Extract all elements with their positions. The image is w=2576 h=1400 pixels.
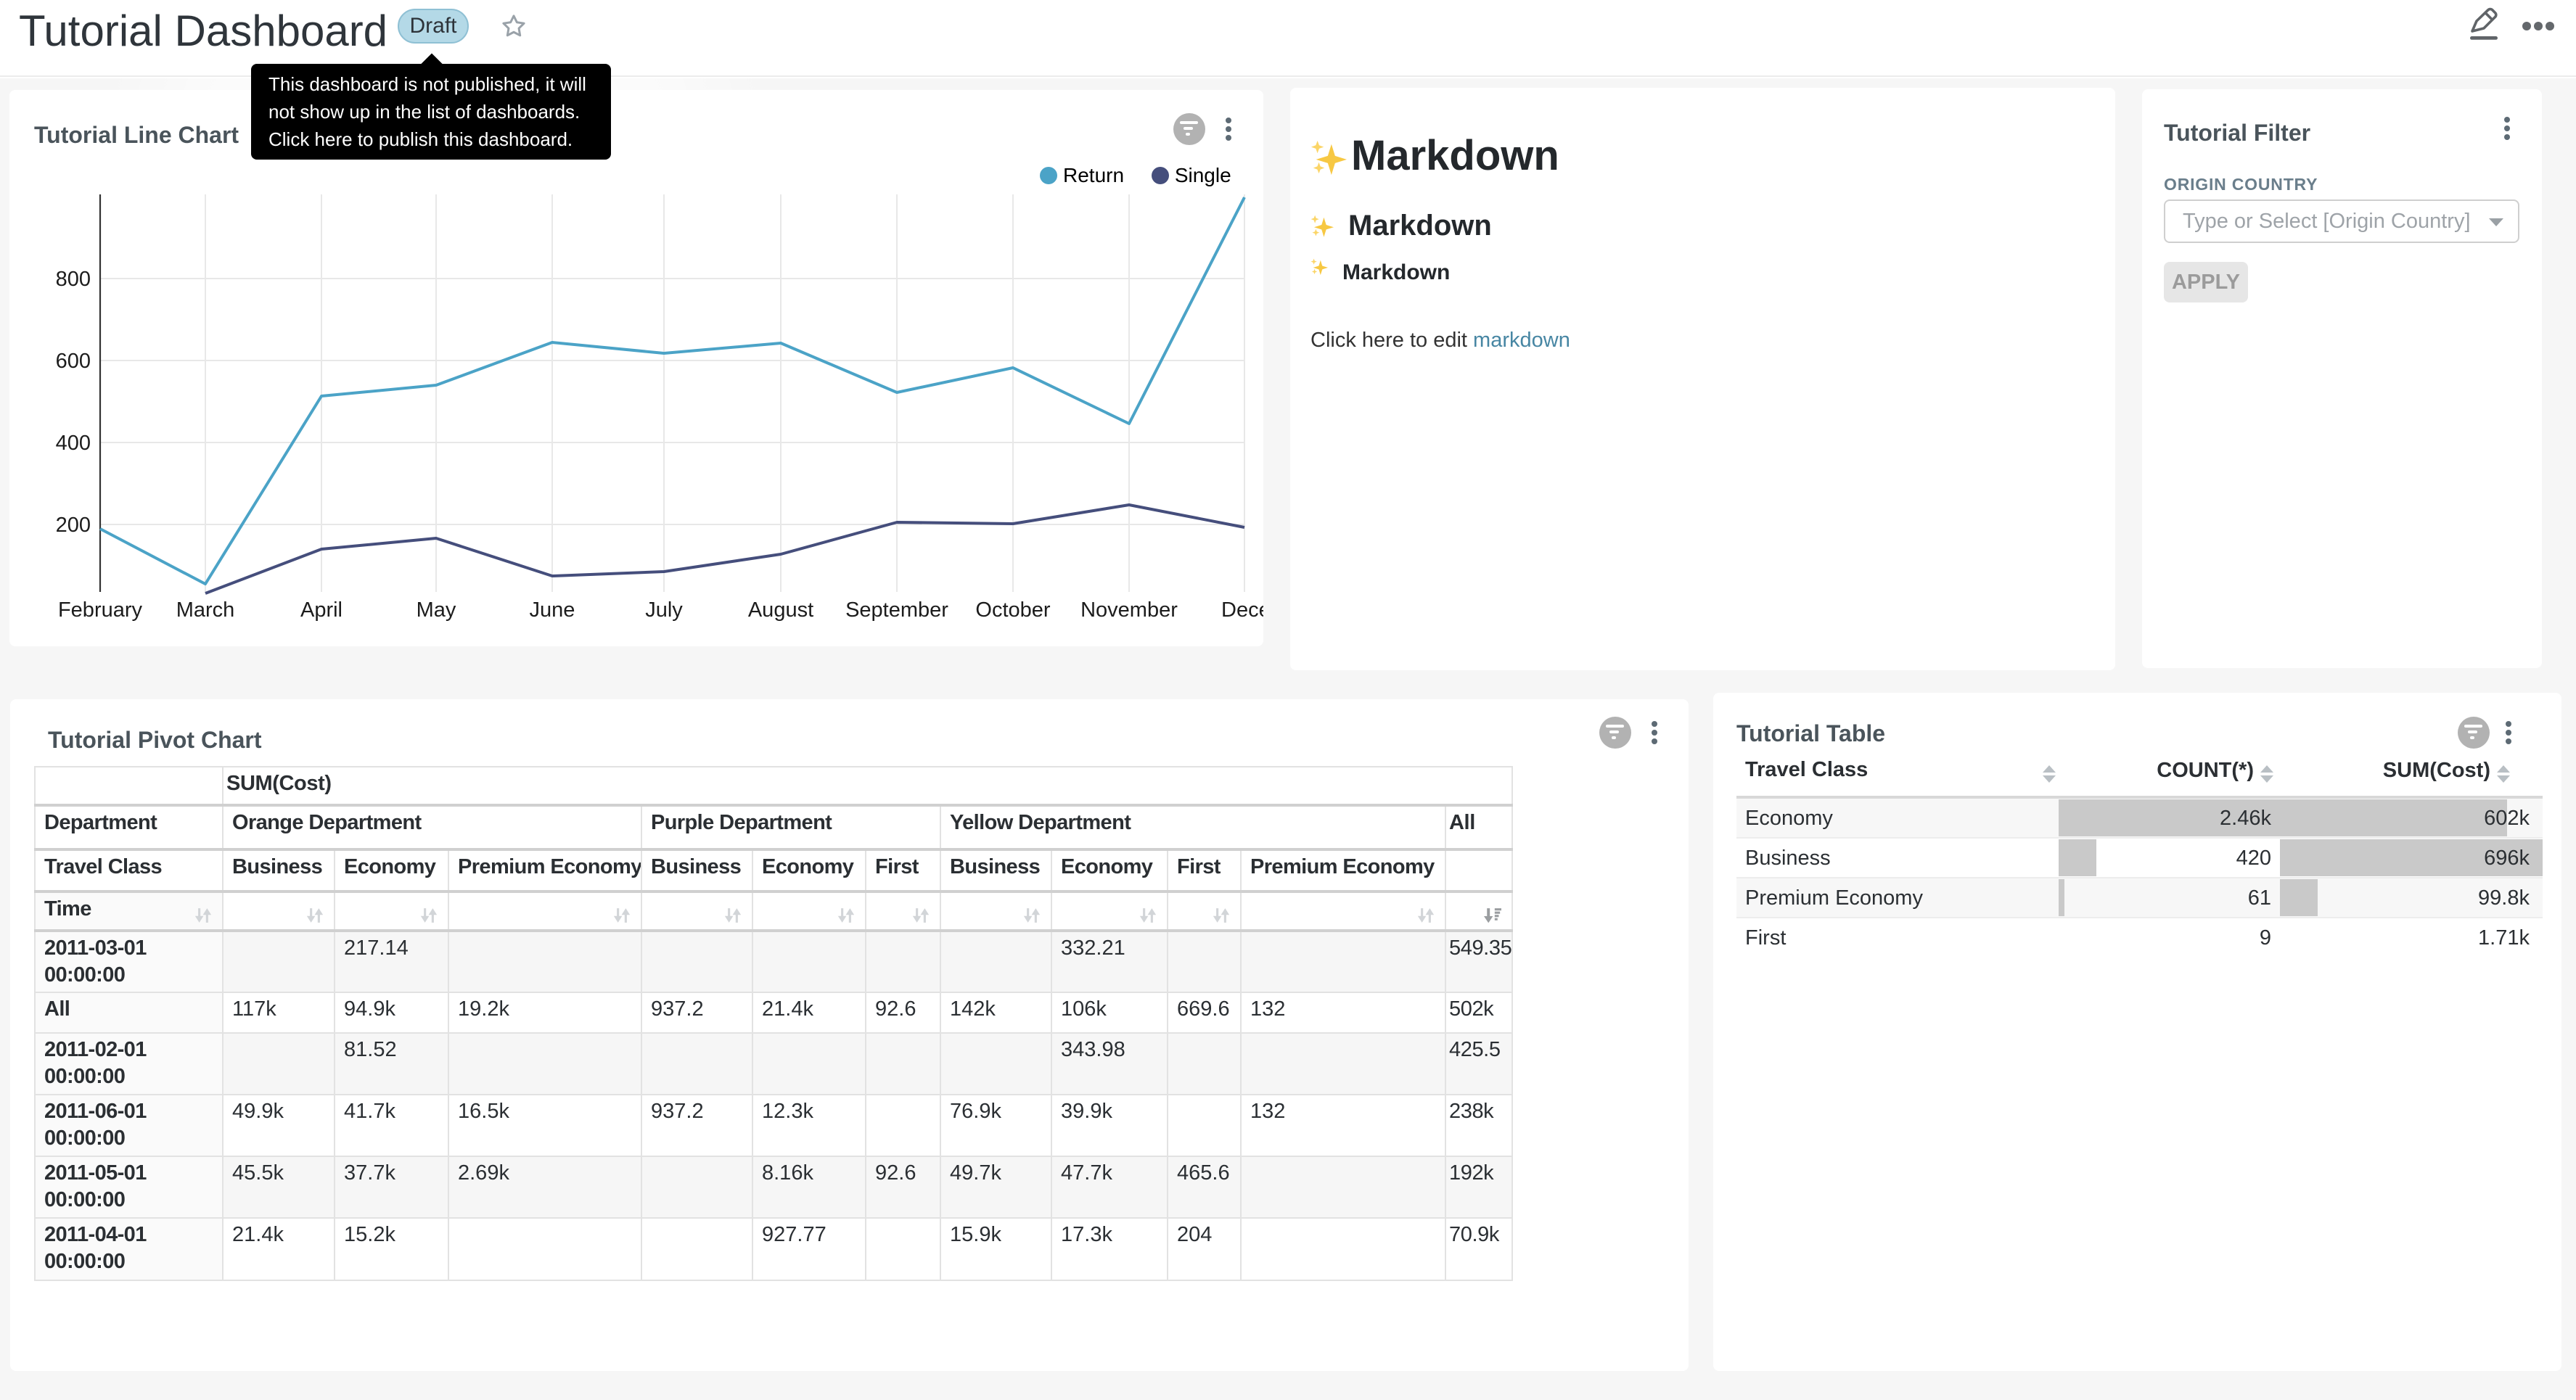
svg-text:800: 800	[56, 268, 91, 291]
svg-text:September: September	[845, 598, 948, 622]
svg-text:600: 600	[56, 350, 91, 373]
svg-text:November: November	[1080, 598, 1178, 622]
svg-text:400: 400	[56, 432, 91, 455]
svg-text:October: October	[975, 598, 1050, 622]
svg-text:August: August	[748, 598, 813, 622]
svg-text:May: May	[417, 598, 456, 622]
svg-text:June: June	[530, 598, 575, 622]
svg-text:April: April	[300, 598, 342, 622]
svg-text:Dece: Dece	[1221, 598, 1263, 622]
svg-text:March: March	[176, 598, 235, 622]
svg-text:200: 200	[56, 514, 91, 537]
svg-text:July: July	[645, 598, 683, 622]
svg-text:February: February	[58, 598, 143, 622]
